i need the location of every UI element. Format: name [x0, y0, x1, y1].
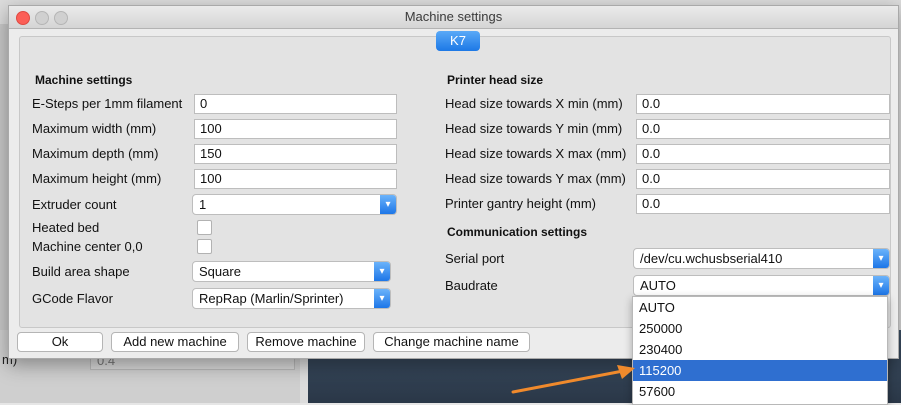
max-height-label: Maximum height (mm)	[32, 171, 162, 186]
tab-k7[interactable]: K7	[436, 31, 480, 51]
head-x-max-input[interactable]: 0.0	[636, 144, 890, 164]
e-steps-input[interactable]: 0	[194, 94, 397, 114]
build-area-select[interactable]: Square ▾	[192, 261, 391, 282]
gcode-flavor-select[interactable]: RepRap (Marlin/Sprinter) ▾	[192, 288, 391, 309]
extruder-count-label: Extruder count	[32, 197, 117, 212]
arrow-icon	[511, 365, 635, 394]
add-new-machine-button[interactable]: Add new machine	[111, 332, 239, 352]
build-area-label: Build area shape	[32, 264, 130, 279]
machine-settings-heading: Machine settings	[35, 73, 133, 87]
head-y-min-input[interactable]: 0.0	[636, 119, 890, 139]
build-area-value: Square	[199, 264, 241, 279]
remove-machine-button[interactable]: Remove machine	[247, 332, 365, 352]
extruder-count-value: 1	[199, 197, 207, 212]
gantry-height-label: Printer gantry height (mm)	[445, 196, 596, 211]
heated-bed-checkbox[interactable]	[197, 220, 212, 235]
baudrate-value: AUTO	[640, 278, 676, 293]
head-x-max-label: Head size towards X max (mm)	[445, 146, 627, 161]
baudrate-option-250000[interactable]: 250000	[633, 318, 887, 339]
max-width-label: Maximum width (mm)	[32, 121, 157, 136]
baudrate-dropdown-list: AUTO 250000 230400 115200 57600	[632, 296, 888, 405]
title-bar: Machine settings	[9, 6, 898, 29]
baudrate-select[interactable]: AUTO ▾	[633, 275, 890, 296]
head-x-min-input[interactable]: 0.0	[636, 94, 890, 114]
change-machine-name-button[interactable]: Change machine name	[373, 332, 530, 352]
baudrate-option-57600[interactable]: 57600	[633, 381, 887, 402]
gcode-flavor-value: RepRap (Marlin/Sprinter)	[199, 291, 344, 306]
chevron-down-icon: ▾	[374, 262, 390, 281]
heated-bed-label: Heated bed	[32, 220, 100, 235]
baudrate-option-auto[interactable]: AUTO	[633, 297, 887, 318]
gcode-flavor-label: GCode Flavor	[32, 291, 113, 306]
baudrate-option-230400[interactable]: 230400	[633, 339, 887, 360]
serial-port-select[interactable]: /dev/cu.wchusbserial410 ▾	[633, 248, 890, 269]
chevron-down-icon: ▾	[873, 276, 889, 295]
extruder-count-select[interactable]: 1 ▾	[192, 194, 397, 215]
gantry-height-input[interactable]: 0.0	[636, 194, 890, 214]
serial-port-label: Serial port	[445, 251, 505, 266]
machine-center-label: Machine center 0,0	[32, 239, 143, 254]
baudrate-option-115200[interactable]: 115200	[633, 360, 887, 381]
window-title: Machine settings	[404, 9, 503, 24]
head-y-max-input[interactable]: 0.0	[636, 169, 890, 189]
printer-head-heading: Printer head size	[447, 73, 544, 87]
head-x-min-label: Head size towards X min (mm)	[445, 96, 623, 111]
minimize-window-button[interactable]	[35, 11, 49, 25]
chevron-down-icon: ▾	[873, 249, 889, 268]
ok-button[interactable]: Ok	[17, 332, 103, 352]
max-depth-input[interactable]: 150	[194, 144, 397, 164]
serial-port-value: /dev/cu.wchusbserial410	[640, 251, 783, 266]
max-depth-label: Maximum depth (mm)	[32, 146, 159, 161]
max-height-input[interactable]: 100	[194, 169, 397, 189]
max-width-input[interactable]: 100	[194, 119, 397, 139]
communication-heading: Communication settings	[447, 225, 588, 239]
machine-center-checkbox[interactable]	[197, 239, 212, 254]
zoom-window-button[interactable]	[54, 11, 68, 25]
e-steps-label: E-Steps per 1mm filament	[32, 96, 183, 111]
close-window-button[interactable]	[16, 11, 30, 25]
head-y-max-label: Head size towards Y max (mm)	[445, 171, 626, 186]
chevron-down-icon: ▾	[374, 289, 390, 308]
head-y-min-label: Head size towards Y min (mm)	[445, 121, 623, 136]
chevron-down-icon: ▾	[380, 195, 396, 214]
baudrate-label: Baudrate	[445, 278, 498, 293]
